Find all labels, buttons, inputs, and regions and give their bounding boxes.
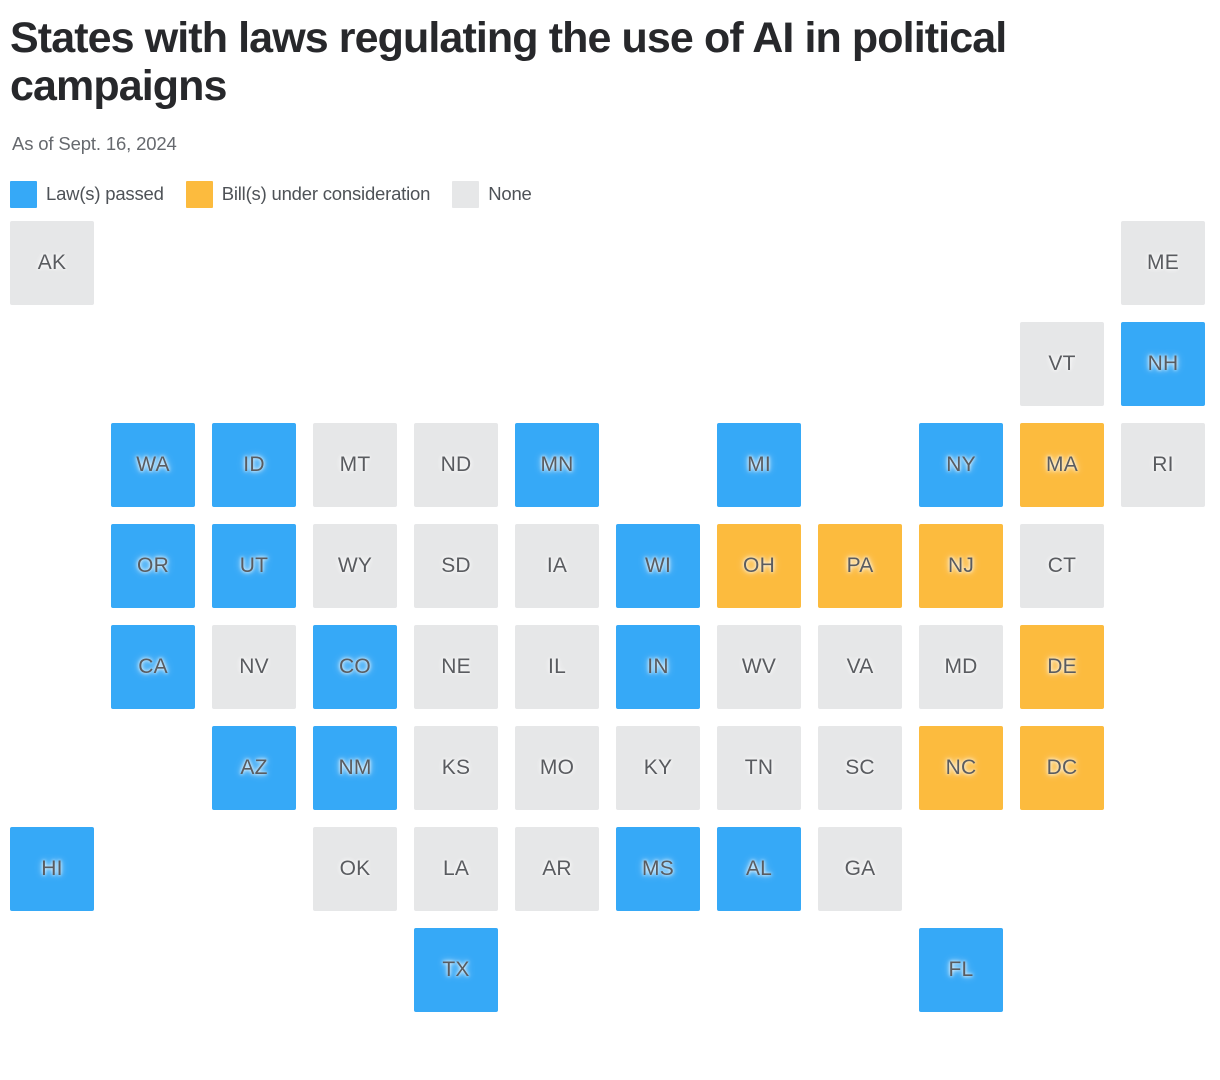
state-tile-ga[interactable]: GA bbox=[818, 826, 902, 911]
state-tile-ri[interactable]: RI bbox=[1121, 422, 1205, 507]
state-tile-sd[interactable]: SD bbox=[414, 523, 498, 608]
legend-swatch-law-icon bbox=[10, 180, 37, 208]
legend-label-none: None bbox=[488, 183, 532, 204]
state-tile-ny[interactable]: NY bbox=[919, 422, 1003, 507]
state-tile-mi[interactable]: MI bbox=[717, 422, 801, 507]
legend-swatch-none-icon bbox=[452, 180, 480, 208]
state-tile-wi[interactable]: WI bbox=[616, 523, 700, 608]
state-tile-ar[interactable]: AR bbox=[515, 826, 599, 911]
chart-header: States with laws regulating the use of A… bbox=[0, 0, 1220, 156]
state-tile-ia[interactable]: IA bbox=[515, 523, 599, 608]
state-tile-al[interactable]: AL bbox=[717, 826, 801, 911]
state-tile-cartogram: AK ME VT NH WA ID MT ND MN MI NY MA RI OR UT WY SD IA WI OH… bbox=[0, 220, 1220, 1026]
state-tile-hi[interactable]: HI bbox=[10, 826, 94, 911]
state-tile-va[interactable]: VA bbox=[818, 624, 902, 709]
state-tile-nj[interactable]: NJ bbox=[919, 523, 1003, 608]
state-tile-mo[interactable]: MO bbox=[515, 725, 599, 810]
legend-item-none[interactable]: None bbox=[452, 180, 532, 208]
legend-swatch-bill-icon bbox=[185, 180, 213, 208]
state-tile-ut[interactable]: UT bbox=[212, 523, 296, 608]
state-tile-or[interactable]: OR bbox=[111, 523, 195, 608]
state-tile-ne[interactable]: NE bbox=[414, 624, 498, 709]
legend-item-law[interactable]: Law(s) passed bbox=[10, 180, 164, 208]
legend: Law(s) passed Bill(s) under consideration… bbox=[10, 180, 1220, 208]
state-tile-dc[interactable]: DC bbox=[1020, 725, 1104, 810]
state-tile-nm[interactable]: NM bbox=[313, 725, 397, 810]
state-tile-ak[interactable]: AK bbox=[10, 220, 94, 305]
state-tile-ok[interactable]: OK bbox=[313, 826, 397, 911]
state-tile-wa[interactable]: WA bbox=[111, 422, 195, 507]
chart-page: States with laws regulating the use of A… bbox=[0, 0, 1220, 1080]
state-tile-sc[interactable]: SC bbox=[818, 725, 902, 810]
legend-label-bill: Bill(s) under consideration bbox=[221, 183, 431, 204]
page-title: States with laws regulating the use of A… bbox=[10, 14, 1007, 111]
state-tile-wv[interactable]: WV bbox=[717, 624, 801, 709]
state-tile-vt[interactable]: VT bbox=[1020, 321, 1104, 406]
chart-subtitle: As of Sept. 16, 2024 bbox=[12, 133, 177, 155]
state-tile-fl[interactable]: FL bbox=[919, 927, 1003, 1012]
state-tile-pa[interactable]: PA bbox=[818, 523, 902, 608]
state-tile-mt[interactable]: MT bbox=[313, 422, 397, 507]
state-tile-ky[interactable]: KY bbox=[616, 725, 700, 810]
state-tile-nv[interactable]: NV bbox=[212, 624, 296, 709]
state-tile-la[interactable]: LA bbox=[414, 826, 498, 911]
state-tile-mn[interactable]: MN bbox=[515, 422, 599, 507]
state-tile-tx[interactable]: TX bbox=[414, 927, 498, 1012]
state-tile-ks[interactable]: KS bbox=[414, 725, 498, 810]
state-tile-ca[interactable]: CA bbox=[111, 624, 195, 709]
state-tile-nc[interactable]: NC bbox=[919, 725, 1003, 810]
state-tile-oh[interactable]: OH bbox=[717, 523, 801, 608]
state-tile-co[interactable]: CO bbox=[313, 624, 397, 709]
state-tile-de[interactable]: DE bbox=[1020, 624, 1104, 709]
legend-item-bill[interactable]: Bill(s) under consideration bbox=[185, 180, 431, 208]
legend-label-law: Law(s) passed bbox=[46, 183, 164, 204]
state-tile-ma[interactable]: MA bbox=[1020, 422, 1104, 507]
state-tile-az[interactable]: AZ bbox=[212, 725, 296, 810]
state-tile-ct[interactable]: CT bbox=[1020, 523, 1104, 608]
state-tile-nd[interactable]: ND bbox=[414, 422, 498, 507]
state-tile-in[interactable]: IN bbox=[616, 624, 700, 709]
state-tile-me[interactable]: ME bbox=[1121, 220, 1205, 305]
state-tile-il[interactable]: IL bbox=[515, 624, 599, 709]
state-tile-tn[interactable]: TN bbox=[717, 725, 801, 810]
state-tile-nh[interactable]: NH bbox=[1121, 321, 1205, 406]
state-tile-id[interactable]: ID bbox=[212, 422, 296, 507]
state-tile-md[interactable]: MD bbox=[919, 624, 1003, 709]
state-tile-ms[interactable]: MS bbox=[616, 826, 700, 911]
state-tile-wy[interactable]: WY bbox=[313, 523, 397, 608]
